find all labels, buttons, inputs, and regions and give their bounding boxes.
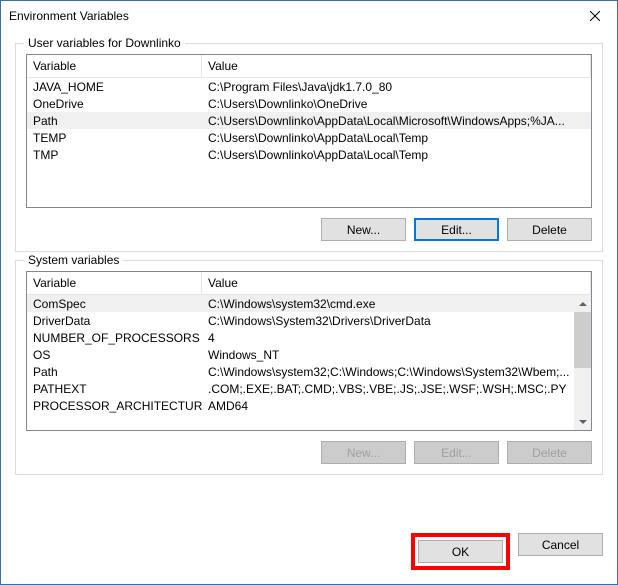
cell-value: C:\Windows\System32\Drivers\DriverData (202, 314, 591, 328)
cell-variable: PATHEXT (27, 382, 202, 396)
scrollbar[interactable] (574, 295, 591, 430)
delete-system-button[interactable]: Delete (507, 441, 592, 464)
table-row[interactable]: TMPC:\Users\Downlinko\AppData\Local\Temp (27, 146, 591, 163)
table-row[interactable]: PathC:\Users\Downlinko\AppData\Local\Mic… (27, 112, 591, 129)
cell-variable: TMP (27, 148, 202, 162)
system-variables-table[interactable]: Variable Value ComSpecC:\Windows\system3… (26, 271, 592, 431)
table-row[interactable]: ComSpecC:\Windows\system32\cmd.exe (27, 295, 591, 312)
titlebar: Environment Variables (1, 1, 617, 31)
col-value[interactable]: Value (202, 272, 591, 294)
cell-value: C:\Users\Downlinko\AppData\Local\Microso… (202, 114, 591, 128)
ok-button[interactable]: OK (418, 540, 503, 563)
cell-value: C:\Users\Downlinko\AppData\Local\Temp (202, 148, 591, 162)
table-row[interactable]: DriverDataC:\Windows\System32\Drivers\Dr… (27, 312, 591, 329)
cell-value: 4 (202, 331, 591, 345)
cell-variable: NUMBER_OF_PROCESSORS (27, 331, 202, 345)
cell-value: AMD64 (202, 399, 591, 413)
scroll-thumb[interactable] (574, 312, 591, 368)
scroll-down-button[interactable] (574, 413, 591, 430)
cell-value: Windows_NT (202, 348, 591, 362)
table-row[interactable]: JAVA_HOMEC:\Program Files\Java\jdk1.7.0_… (27, 78, 591, 95)
cell-variable: Path (27, 365, 202, 379)
window-title: Environment Variables (9, 9, 129, 23)
cancel-button[interactable]: Cancel (518, 533, 603, 556)
new-user-button[interactable]: New... (321, 218, 406, 241)
cell-value: .COM;.EXE;.BAT;.CMD;.VBS;.VBE;.JS;.JSE;.… (202, 382, 591, 396)
cell-variable: OneDrive (27, 97, 202, 111)
cell-variable: ComSpec (27, 297, 202, 311)
arrow-up-icon (579, 302, 587, 306)
cell-value: C:\Windows\system32;C:\Windows;C:\Window… (202, 365, 591, 379)
system-buttons: New... Edit... Delete (26, 441, 592, 464)
user-group-legend: User variables for Downlinko (24, 36, 185, 50)
edit-user-button[interactable]: Edit... (414, 218, 499, 241)
table-row[interactable]: OSWindows_NT (27, 346, 591, 363)
system-group-legend: System variables (24, 253, 123, 267)
col-value[interactable]: Value (202, 55, 591, 77)
scroll-up-button[interactable] (574, 295, 591, 312)
col-variable[interactable]: Variable (27, 272, 202, 294)
env-vars-dialog: Environment Variables User variables for… (0, 0, 618, 585)
table-header: Variable Value (27, 272, 591, 295)
system-variables-group: System variables Variable Value ComSpecC… (15, 260, 603, 475)
cell-variable: Path (27, 114, 202, 128)
cell-variable: DriverData (27, 314, 202, 328)
table-row[interactable]: PATHEXT.COM;.EXE;.BAT;.CMD;.VBS;.VBE;.JS… (27, 380, 591, 397)
arrow-down-icon (579, 420, 587, 424)
user-variables-table[interactable]: Variable Value JAVA_HOMEC:\Program Files… (26, 54, 592, 208)
col-variable[interactable]: Variable (27, 55, 202, 77)
close-icon (590, 11, 600, 21)
table-row[interactable]: TEMPC:\Users\Downlinko\AppData\Local\Tem… (27, 129, 591, 146)
user-variables-group: User variables for Downlinko Variable Va… (15, 43, 603, 252)
table-row[interactable]: PROCESSOR_ARCHITECTUREAMD64 (27, 397, 591, 414)
table-header: Variable Value (27, 55, 591, 78)
cell-variable: OS (27, 348, 202, 362)
new-system-button[interactable]: New... (321, 441, 406, 464)
user-buttons: New... Edit... Delete (26, 218, 592, 241)
table-row[interactable]: NUMBER_OF_PROCESSORS4 (27, 329, 591, 346)
cell-value: C:\Program Files\Java\jdk1.7.0_80 (202, 80, 591, 94)
cell-value: C:\Users\Downlinko\OneDrive (202, 97, 591, 111)
cell-value: C:\Users\Downlinko\AppData\Local\Temp (202, 131, 591, 145)
cell-variable: PROCESSOR_ARCHITECTURE (27, 399, 202, 413)
cell-variable: JAVA_HOME (27, 80, 202, 94)
scroll-track[interactable] (574, 312, 591, 413)
close-button[interactable] (572, 1, 617, 31)
cell-value: C:\Windows\system32\cmd.exe (202, 297, 591, 311)
table-row[interactable]: PathC:\Windows\system32;C:\Windows;C:\Wi… (27, 363, 591, 380)
edit-system-button[interactable]: Edit... (414, 441, 499, 464)
dialog-footer: OK Cancel (1, 523, 617, 584)
ok-highlight: OK (411, 533, 510, 570)
table-row[interactable]: OneDriveC:\Users\Downlinko\OneDrive (27, 95, 591, 112)
cell-variable: TEMP (27, 131, 202, 145)
delete-user-button[interactable]: Delete (507, 218, 592, 241)
